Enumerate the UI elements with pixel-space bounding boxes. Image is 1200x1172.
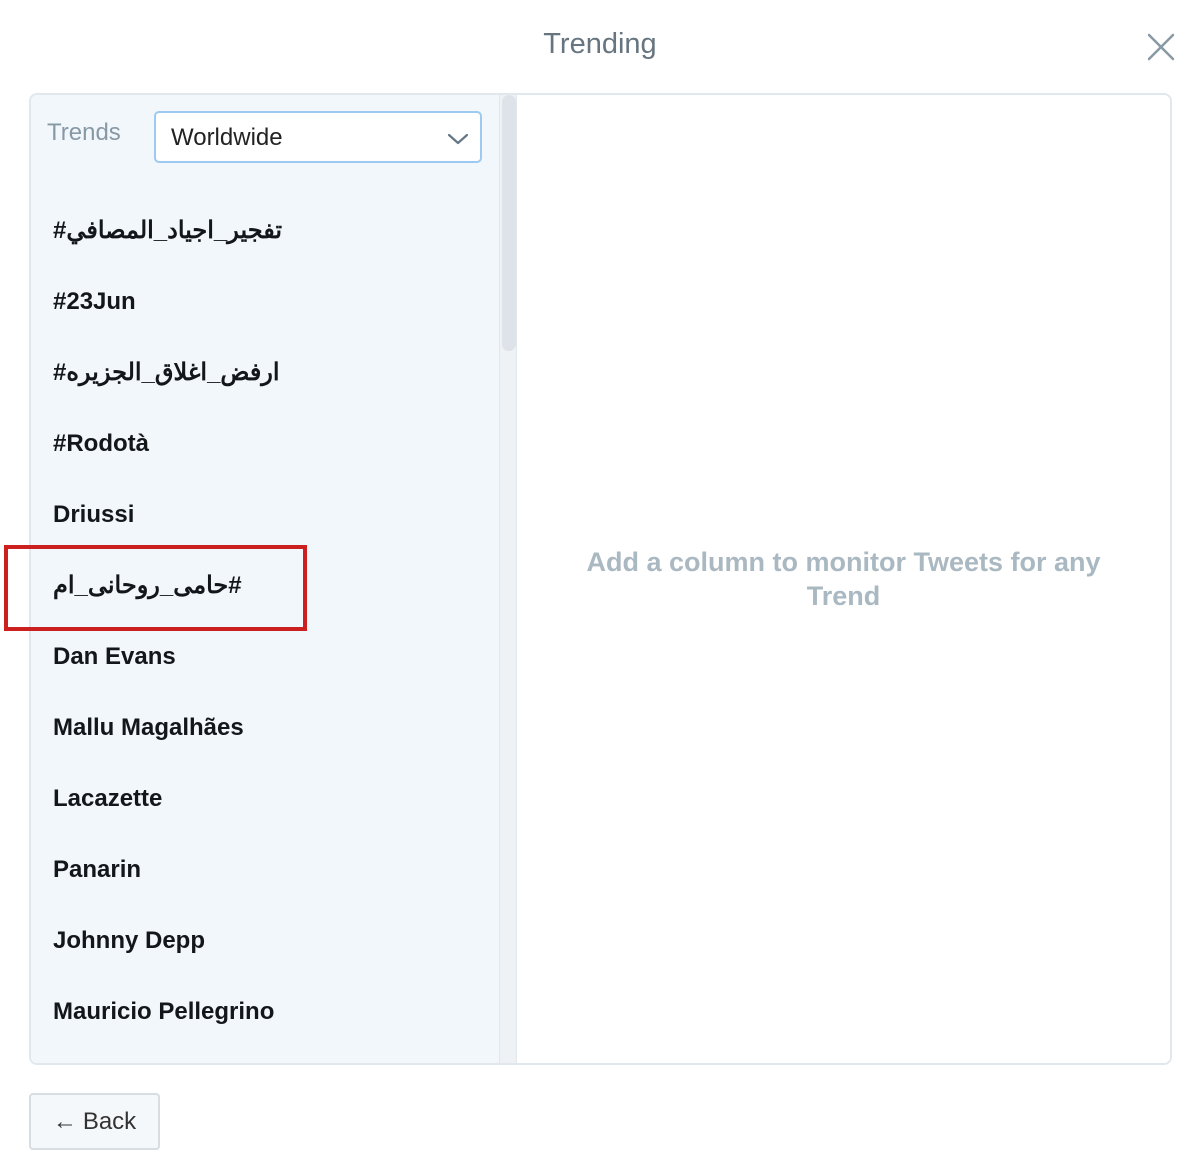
trends-column: Trends Worldwide تفجير_اجياد_المصافي# #2… [31, 95, 499, 1063]
trend-list: تفجير_اجياد_المصافي# #23Jun ارفض_اغلاق_ا… [31, 195, 499, 1047]
trend-item[interactable]: Dan Evans [31, 621, 499, 692]
back-button[interactable]: ← Back [29, 1093, 160, 1150]
trend-item[interactable]: Driussi [31, 479, 499, 550]
empty-state-message: Add a column to monitor Tweets for any T… [586, 547, 1101, 611]
trends-label: Trends [47, 119, 121, 146]
trending-panel: Trends Worldwide تفجير_اجياد_المصافي# #2… [29, 93, 1172, 1065]
trend-item[interactable]: Mauricio Pellegrino [31, 976, 499, 1047]
trend-item[interactable]: #23Jun [31, 266, 499, 337]
chevron-down-icon [446, 127, 470, 151]
left-arrow-icon: ← [52, 1107, 77, 1135]
scrollbar-thumb[interactable] [502, 95, 516, 351]
trend-item-highlighted[interactable]: #حامی_روحانی_ام [31, 550, 499, 621]
trend-item[interactable]: تفجير_اجياد_المصافي# [31, 195, 499, 266]
close-icon [1147, 33, 1175, 61]
trend-item[interactable]: #Rodotà [31, 408, 499, 479]
trend-item[interactable]: Lacazette [31, 763, 499, 834]
close-button[interactable] [1144, 30, 1178, 64]
location-select[interactable]: Worldwide [154, 111, 482, 163]
trend-detail-column: Add a column to monitor Tweets for any T… [517, 95, 1170, 1063]
trend-item[interactable]: Mallu Magalhães [31, 692, 499, 763]
back-button-label: Back [82, 1107, 137, 1135]
trending-modal: Trending Trends Worldwide تفجير_اجياد_ال… [0, 0, 1200, 1172]
trend-item[interactable]: Johnny Depp [31, 905, 499, 976]
modal-title: Trending [543, 28, 657, 60]
trend-item[interactable]: Panarin [31, 834, 499, 905]
location-select-value: Worldwide [171, 124, 283, 151]
trend-item[interactable]: ارفض_اغلاق_الجزيره# [31, 337, 499, 408]
trends-scrollbar[interactable] [499, 95, 517, 1063]
